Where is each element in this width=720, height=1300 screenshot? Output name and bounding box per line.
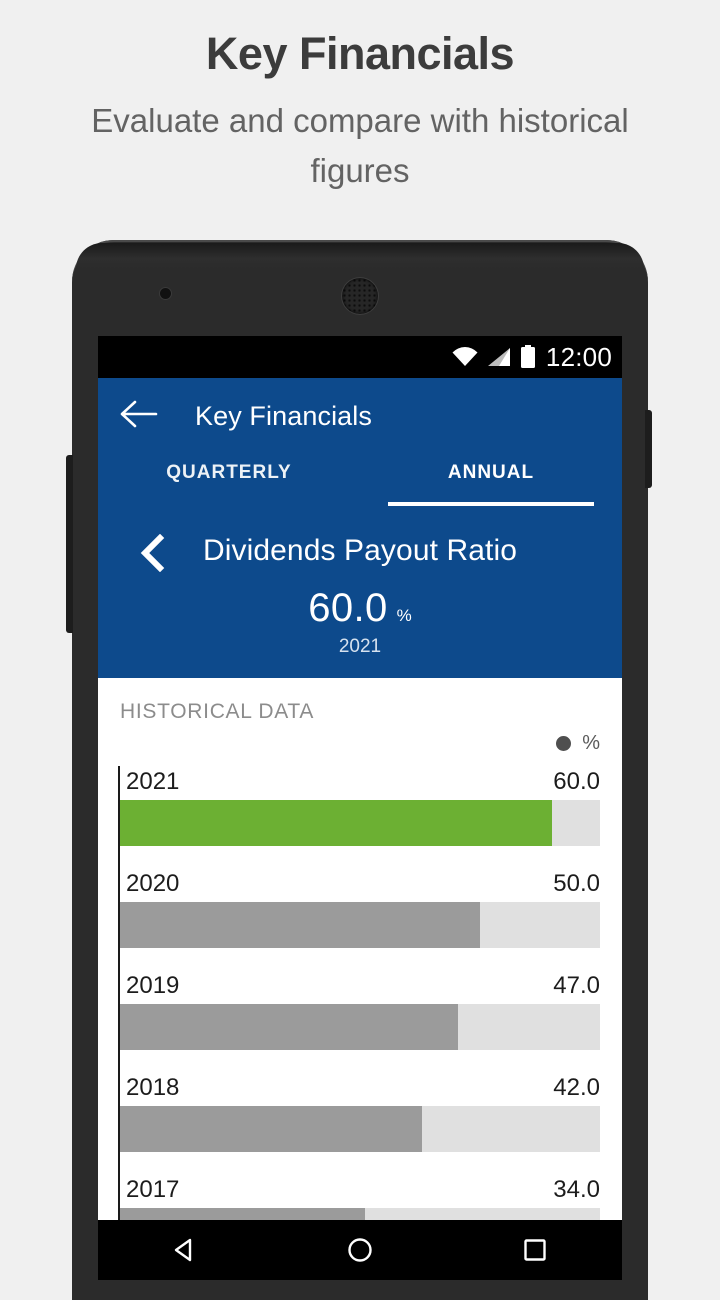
bar-fill <box>120 1106 423 1152</box>
volume-button[interactable] <box>66 455 73 633</box>
metric-unit: % <box>396 606 412 625</box>
tab-annual-label: ANNUAL <box>447 462 535 483</box>
bar-value-label: 47.0 <box>553 972 600 999</box>
back-arrow-icon[interactable] <box>120 399 158 434</box>
bar-header: 2018 42.0 <box>120 1072 600 1106</box>
metric-name-row: Dividends Payout Ratio <box>98 520 622 582</box>
legend-dot-icon <box>556 736 572 751</box>
metric-year: 2021 <box>338 636 382 657</box>
battery-icon <box>520 345 536 369</box>
bar-row[interactable]: 2018 42.0 <box>120 1072 600 1152</box>
bar-header: 2020 50.0 <box>120 868 600 902</box>
nav-recents-square-icon[interactable] <box>520 1235 550 1265</box>
bar-fill <box>120 1004 459 1050</box>
tab-quarterly-label: QUARTERLY <box>166 462 292 483</box>
bar-year-label: 2018 <box>126 1074 180 1101</box>
page-title: Key Financials <box>205 28 515 79</box>
nav-back-triangle-icon[interactable] <box>170 1235 200 1265</box>
bar-year-label: 2020 <box>126 870 180 897</box>
front-camera-icon <box>160 288 171 299</box>
bar-track <box>120 1208 600 1220</box>
bar-value-label: 42.0 <box>553 1074 600 1101</box>
tab-annual[interactable]: ANNUAL <box>360 454 622 516</box>
historical-title: HISTORICAL DATA <box>120 700 315 723</box>
earpiece-speaker-icon <box>342 278 378 314</box>
status-icons <box>452 345 536 369</box>
app-bar-top: Key Financials <box>98 378 622 454</box>
bar-row[interactable]: 2021 60.0 <box>120 766 600 846</box>
status-clock: 12:00 <box>545 341 612 372</box>
legend-label: % <box>582 732 600 754</box>
metric-panel: Dividends Payout Ratio 60.0 % 2021 <box>98 516 622 678</box>
chart-legend: % <box>556 732 600 755</box>
phone-bezel <box>76 243 644 269</box>
bar-year-label: 2017 <box>126 1176 180 1203</box>
status-bar: 12:00 <box>98 336 622 378</box>
promo-header: Key Financials Evaluate and compare with… <box>0 0 720 196</box>
android-nav-bar <box>98 1220 622 1280</box>
power-button[interactable] <box>645 410 652 488</box>
app-bar: Key Financials QUARTERLY ANNUAL Dividend… <box>98 378 622 678</box>
historical-data-section: HISTORICAL DATA % 2021 60.0 2020 50.0 2019 47… <box>98 678 622 1220</box>
bar-track <box>120 1106 600 1152</box>
historical-bar-chart: 2021 60.0 2020 50.0 2019 47.0 2018 42.0 2017 34.0 <box>98 766 622 1220</box>
tab-bar: QUARTERLY ANNUAL <box>98 454 622 516</box>
app-bar-title: Key Financials <box>195 400 372 431</box>
bar-header: 2021 60.0 <box>120 766 600 800</box>
bar-year-label: 2021 <box>126 768 180 795</box>
bar-value-label: 34.0 <box>553 1176 600 1203</box>
metric-value-row: 60.0 % <box>98 586 622 631</box>
bar-row[interactable]: 2020 50.0 <box>120 868 600 948</box>
page-subtitle: Evaluate and compare with historical fig… <box>91 101 629 189</box>
bar-header: 2017 34.0 <box>120 1174 600 1208</box>
bar-header: 2019 47.0 <box>120 970 600 1004</box>
metric-name: Dividends Payout Ratio <box>202 534 518 567</box>
bar-row[interactable]: 2019 47.0 <box>120 970 600 1050</box>
bar-track <box>120 1004 600 1050</box>
bar-fill <box>120 1208 365 1220</box>
phone-screen: 12:00 Key Financials QUARTERLY ANNUAL Di… <box>98 336 622 1220</box>
bar-value-label: 60.0 <box>553 768 600 795</box>
bar-fill <box>120 800 552 846</box>
bar-year-label: 2019 <box>126 972 180 999</box>
signal-icon <box>487 347 511 367</box>
nav-home-circle-icon[interactable] <box>345 1235 375 1265</box>
bar-fill <box>120 902 480 948</box>
bar-track <box>120 800 600 846</box>
bar-track <box>120 902 600 948</box>
tab-active-indicator <box>388 502 594 506</box>
bar-row[interactable]: 2017 34.0 <box>120 1174 600 1220</box>
wifi-icon <box>452 347 478 367</box>
metric-value: 60.0 <box>308 586 388 630</box>
historical-header: HISTORICAL DATA % <box>98 700 622 766</box>
tab-quarterly[interactable]: QUARTERLY <box>98 454 360 516</box>
bar-value-label: 50.0 <box>553 870 600 897</box>
